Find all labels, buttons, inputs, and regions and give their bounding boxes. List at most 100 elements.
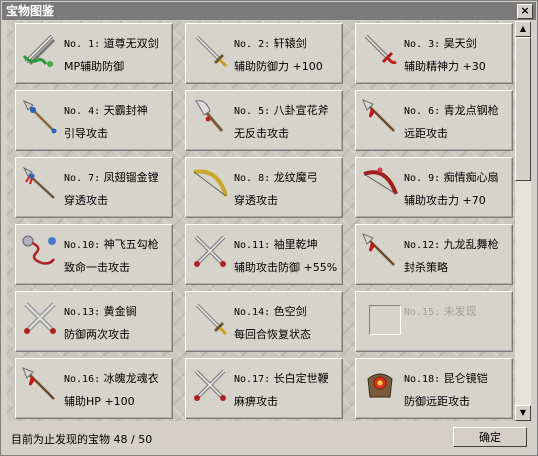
item-title: No. 2: 轩辕剑: [234, 35, 307, 51]
item-description: 防御两次攻击: [64, 328, 130, 341]
item-name: 轩辕剑: [273, 37, 307, 50]
item-name: 九龙乱舞枪: [443, 238, 499, 251]
item-name: 长白定世鞭: [273, 372, 329, 385]
item-card[interactable]: No. 5: 八卦宣花斧 无反击攻击: [185, 90, 343, 151]
item-card[interactable]: No.18: 昆仑镜铠 防御远距攻击: [355, 358, 513, 419]
item-number: No.15:: [404, 307, 441, 318]
item-description: 每回合恢复状态: [234, 328, 311, 341]
item-card[interactable]: No. 7: 凤翅镏金镗 穿透攻击: [15, 157, 173, 218]
scroll-thumb[interactable]: [515, 37, 531, 181]
scroll-down-button[interactable]: ▼: [515, 405, 531, 421]
item-number: No.16:: [64, 374, 101, 385]
title-bar: 宝物图鉴 ×: [2, 2, 536, 20]
blue-spear-icon: [20, 97, 60, 137]
item-description: 防御远距攻击: [404, 395, 470, 408]
item-card[interactable]: No. 2: 轩辕剑辅助防御力 +100: [185, 23, 343, 84]
item-description: 穿透攻击: [234, 194, 278, 207]
item-number: No.12:: [404, 240, 441, 251]
spear-icon: [360, 97, 400, 137]
item-description: 引导攻击: [64, 127, 108, 140]
scroll-up-button[interactable]: ▲: [515, 21, 531, 37]
item-title: No.11: 袖里乾坤: [234, 236, 318, 252]
item-title: No.13: 黄金锏: [64, 303, 137, 319]
item-card[interactable]: No.12: 九龙乱舞枪 封杀策略: [355, 224, 513, 285]
discovered-count-text: 目前为止发现的宝物 48 / 50: [11, 433, 153, 446]
item-description: 辅助攻击力 +70: [404, 194, 486, 207]
item-card[interactable]: No. 8: 龙纹魔弓穿透攻击: [185, 157, 343, 218]
item-name: 八卦宣花斧: [273, 104, 329, 117]
item-card[interactable]: No. 3: 昊天剑 辅助精神力 +30: [355, 23, 513, 84]
vertical-scrollbar[interactable]: ▲ ▼: [515, 21, 531, 421]
item-name: 龙纹魔弓: [273, 171, 318, 184]
bow-icon: [190, 164, 230, 204]
item-title: No.10: 神飞五勾枪: [64, 236, 159, 252]
item-card[interactable]: No. 4: 天霸封神 引导攻击: [15, 90, 173, 151]
item-description: 无反击攻击: [234, 127, 289, 140]
crossed-maces-icon: [20, 298, 60, 338]
item-card[interactable]: No. 9: 痴情痴心扇 辅助攻击力 +70: [355, 157, 513, 218]
item-card[interactable]: No. 6: 青龙点钢枪远距攻击: [355, 90, 513, 151]
item-description: 麻痹攻击: [234, 395, 278, 408]
item-grid: No. 1: 道尊无双剑 MP辅助防御 No. 2: 轩辕剑 辅助防御力 +100 No…: [15, 23, 513, 419]
item-description: 远距攻击: [404, 127, 448, 140]
ok-button[interactable]: 确定: [453, 427, 527, 447]
item-name: 袖里乾坤: [273, 238, 318, 251]
item-title: No.16: 冰魄龙魂衣: [64, 370, 159, 386]
item-title: No.12: 九龙乱舞枪: [404, 236, 499, 252]
item-number: No.11:: [234, 240, 271, 251]
item-name: 黄金锏: [103, 305, 137, 318]
item-title: No. 1: 道尊无双剑: [64, 35, 159, 51]
spear-icon: [20, 365, 60, 405]
crossed-swords-icon: [190, 231, 230, 271]
item-name: 天霸封神: [103, 104, 148, 117]
item-card[interactable]: No.13: 黄金锏 防御两次攻击: [15, 291, 173, 352]
item-list-area: No. 1: 道尊无双剑 MP辅助防御 No. 2: 轩辕剑 辅助防御力 +100 No…: [7, 21, 515, 421]
treasure-catalog-window: 宝物图鉴 × No. 1: 道尊无双剑 MP辅助防御 No. 2: 轩辕剑辅助防御力…: [0, 0, 538, 456]
item-name: 昊天剑: [443, 37, 477, 50]
item-number: No.17:: [234, 374, 271, 385]
item-title: No.18: 昆仑镜铠: [404, 370, 488, 386]
item-description: MP辅助防御: [64, 60, 125, 73]
item-number: No.18:: [404, 374, 441, 385]
item-card[interactable]: No.17: 长白定世鞭麻痹攻击: [185, 358, 343, 419]
item-name: 神飞五勾枪: [103, 238, 159, 251]
item-title: No. 4: 天霸封神: [64, 102, 148, 118]
item-description: 辅助防御力 +100: [234, 60, 323, 73]
item-title: No. 5: 八卦宣花斧: [234, 102, 329, 118]
red-hilt-sword-icon: [360, 30, 400, 70]
item-card[interactable]: No.16: 冰魄龙魂衣 辅助HP +100: [15, 358, 173, 419]
item-number: No.13:: [64, 307, 101, 318]
axe-icon: [190, 97, 230, 137]
item-card[interactable]: No. 1: 道尊无双剑 MP辅助防御: [15, 23, 173, 84]
item-number: No. 2:: [234, 39, 271, 50]
item-number: No. 3:: [404, 39, 441, 50]
item-number: No. 9:: [404, 173, 441, 184]
item-description: 辅助HP +100: [64, 395, 135, 408]
item-title: No.15: 未发现: [404, 303, 477, 319]
item-description: 穿透攻击: [64, 194, 108, 207]
item-title: No. 9: 痴情痴心扇: [404, 169, 499, 185]
item-card[interactable]: No.11: 袖里乾坤 辅助攻击防御 +55%: [185, 224, 343, 285]
item-card[interactable]: No.15: 未发现: [355, 291, 513, 352]
item-card[interactable]: No.10: 神飞五勾枪 致命一击攻击: [15, 224, 173, 285]
window-title: 宝物图鉴: [6, 4, 55, 18]
close-button[interactable]: ×: [517, 4, 533, 19]
item-number: No.14:: [234, 307, 271, 318]
item-number: No. 8:: [234, 173, 271, 184]
empty-slot-icon: [369, 305, 401, 335]
chain-whip-icon: [20, 231, 60, 271]
item-title: No. 7: 凤翅镏金镗: [64, 169, 159, 185]
item-description: 辅助精神力 +30: [404, 60, 486, 73]
item-card[interactable]: No.14: 色空剑 每回合恢复状态: [185, 291, 343, 352]
item-name: 痴情痴心扇: [443, 171, 499, 184]
item-name: 色空剑: [273, 305, 307, 318]
item-name: 青龙点钢枪: [443, 104, 499, 117]
twin-swords-green-icon: [20, 30, 60, 70]
spear-icon: [360, 231, 400, 271]
item-title: No. 3: 昊天剑: [404, 35, 477, 51]
item-name: 昆仑镜铠: [443, 372, 488, 385]
item-number: No. 6:: [404, 106, 441, 117]
item-title: No.14: 色空剑: [234, 303, 307, 319]
crossed-swords-icon: [190, 365, 230, 405]
armor-icon: [360, 365, 400, 405]
